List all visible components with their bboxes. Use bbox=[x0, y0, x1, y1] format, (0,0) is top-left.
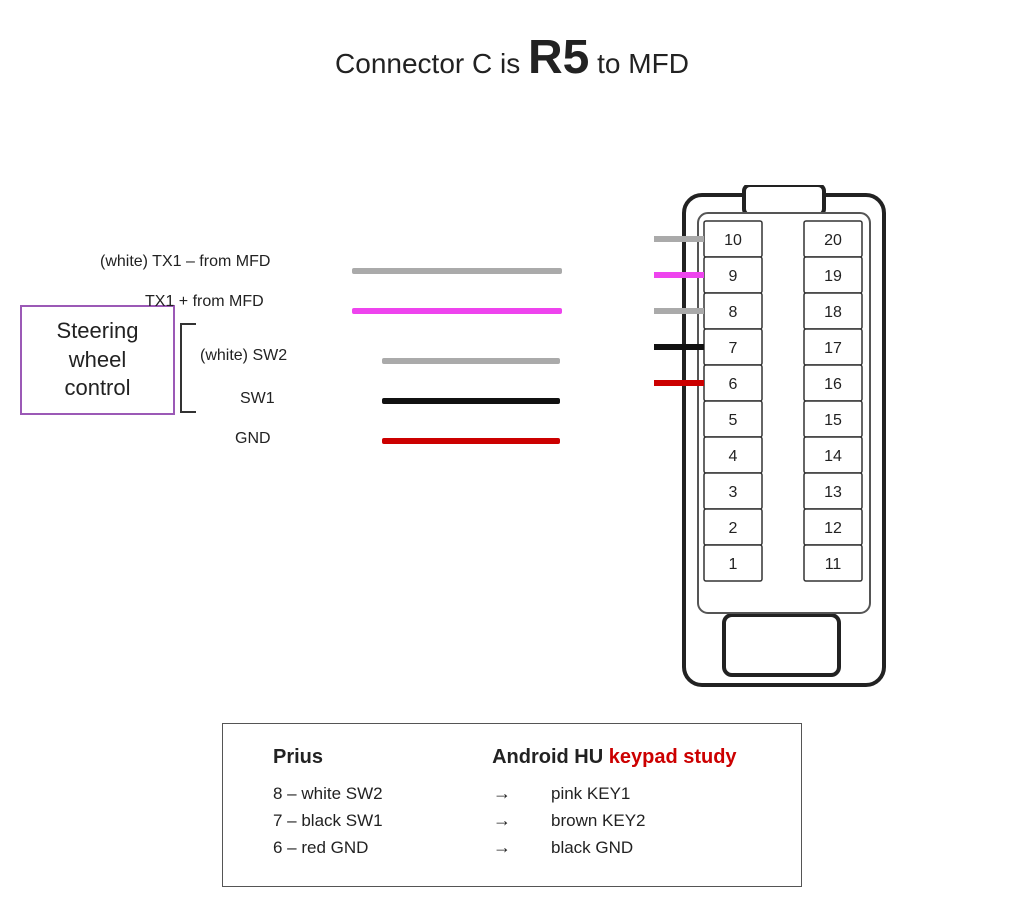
table-prius-2: 6 – red GND bbox=[273, 838, 453, 858]
svg-text:20: 20 bbox=[824, 232, 842, 249]
label-tx1-plus: TX1 + from MFD bbox=[145, 293, 264, 311]
svg-text:1: 1 bbox=[729, 556, 738, 573]
title-suffix: to MFD bbox=[589, 48, 689, 79]
svg-text:6: 6 bbox=[729, 376, 738, 393]
table-col-android-header: Android HU keypad study bbox=[492, 746, 751, 769]
svg-text:8: 8 bbox=[729, 304, 738, 321]
svg-text:19: 19 bbox=[824, 268, 842, 285]
table-prius-1: 7 – black SW1 bbox=[273, 811, 453, 831]
connector-diagram: 10 9 8 7 6 5 4 3 2 1 20 19 18 17 16 15 1… bbox=[654, 185, 964, 705]
android-header-normal: Android HU bbox=[492, 746, 609, 768]
android-header-red: keypad study bbox=[609, 746, 737, 768]
table-row-2: 6 – red GND → black GND bbox=[273, 837, 751, 858]
table-arrow-1: → bbox=[487, 810, 517, 831]
table-android-2: black GND bbox=[551, 838, 751, 858]
label-tx1-white: (white) TX1 – from MFD bbox=[100, 253, 270, 271]
wire-sw1 bbox=[382, 398, 560, 404]
svg-text:3: 3 bbox=[729, 484, 738, 501]
table-header-row: Prius Android HU keypad study bbox=[273, 746, 751, 769]
svg-text:9: 9 bbox=[729, 268, 738, 285]
table-android-0: pink KEY1 bbox=[551, 784, 751, 804]
table-arrow-0: → bbox=[487, 783, 517, 804]
table-row-1: 7 – black SW1 → brown KEY2 bbox=[273, 810, 751, 831]
svg-text:7: 7 bbox=[729, 340, 738, 357]
svg-text:11: 11 bbox=[825, 556, 842, 573]
svg-text:13: 13 bbox=[824, 484, 842, 501]
table-row-0: 8 – white SW2 → pink KEY1 bbox=[273, 783, 751, 804]
table-android-1: brown KEY2 bbox=[551, 811, 751, 831]
table-col-prius-header: Prius bbox=[273, 746, 492, 769]
svg-text:5: 5 bbox=[729, 412, 738, 429]
svg-text:12: 12 bbox=[824, 520, 842, 537]
table-arrow-2: → bbox=[487, 837, 517, 858]
bracket bbox=[180, 323, 196, 413]
diagram-area: Steering wheel control (white) TX1 – fro… bbox=[0, 105, 1024, 725]
svg-text:15: 15 bbox=[824, 412, 842, 429]
svg-text:14: 14 bbox=[824, 448, 842, 465]
wire-sw2 bbox=[382, 358, 560, 364]
label-sw1: SW1 bbox=[240, 390, 275, 408]
svg-text:4: 4 bbox=[729, 448, 738, 465]
wire-tx1-white bbox=[352, 268, 562, 274]
title-prefix: Connector C is bbox=[335, 48, 528, 79]
page-title: Connector C is R5 to MFD bbox=[0, 0, 1024, 85]
sw-control-label: Steering wheel control bbox=[36, 317, 159, 403]
label-gnd: GND bbox=[235, 430, 271, 448]
wire-gnd bbox=[382, 438, 560, 444]
svg-text:18: 18 bbox=[824, 304, 842, 321]
svg-text:17: 17 bbox=[824, 340, 842, 357]
svg-text:10: 10 bbox=[724, 232, 742, 249]
wire-tx1-plus bbox=[352, 308, 562, 314]
label-sw2: (white) SW2 bbox=[200, 347, 287, 365]
svg-text:16: 16 bbox=[824, 376, 842, 393]
sw-control-box: Steering wheel control bbox=[20, 305, 175, 415]
title-r5: R5 bbox=[528, 31, 589, 84]
table-prius-0: 8 – white SW2 bbox=[273, 784, 453, 804]
bottom-table: Prius Android HU keypad study 8 – white … bbox=[222, 723, 802, 887]
svg-text:2: 2 bbox=[729, 520, 738, 537]
